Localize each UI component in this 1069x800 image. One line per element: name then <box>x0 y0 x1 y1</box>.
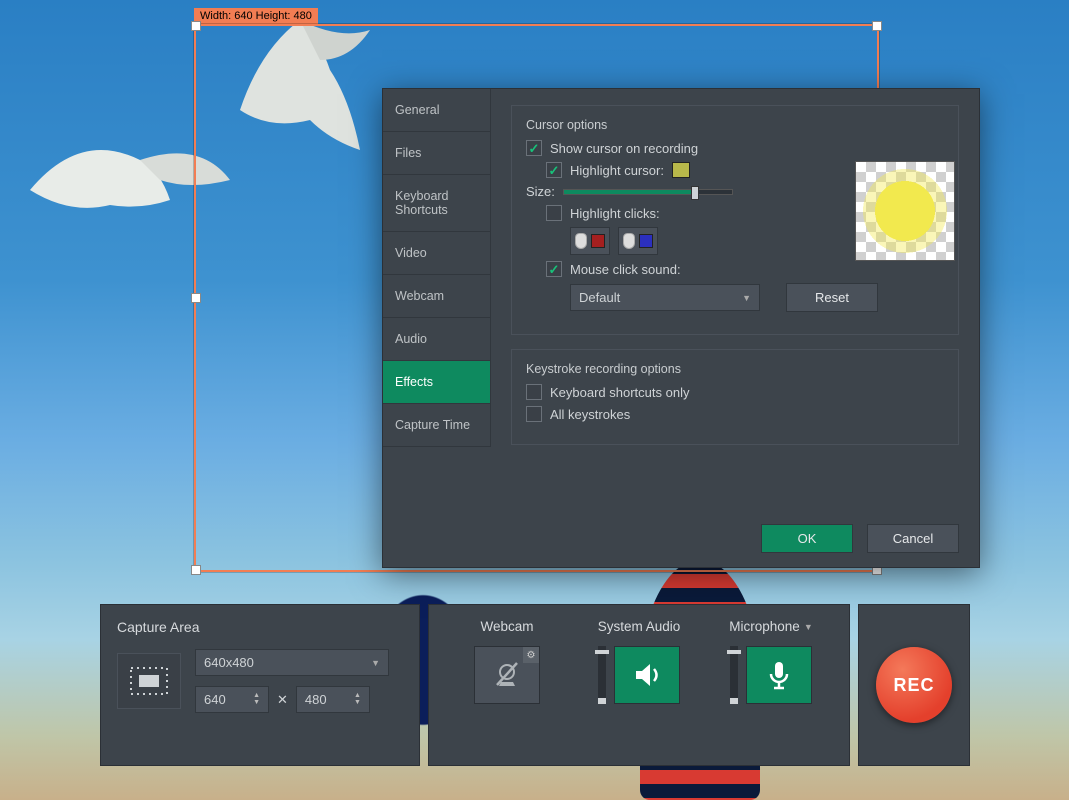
system-audio-toggle[interactable] <box>614 646 680 704</box>
mouse-click-sound-checkbox[interactable] <box>546 261 562 277</box>
mouse-icon <box>575 233 587 249</box>
chevron-down-icon: ▼ <box>804 622 813 632</box>
highlight-cursor-checkbox[interactable] <box>546 162 562 178</box>
capture-preset-select[interactable]: 640x480 ▼ <box>195 649 389 676</box>
all-keystrokes-checkbox[interactable] <box>526 406 542 422</box>
right-click-color-swatch <box>639 234 653 248</box>
settings-tabs: General Files Keyboard Shortcuts Video W… <box>383 89 491 567</box>
show-cursor-checkbox[interactable] <box>526 140 542 156</box>
record-button-label: REC <box>893 675 934 696</box>
capture-width-value: 640 <box>204 692 226 707</box>
gear-icon[interactable]: ⚙ <box>523 647 539 663</box>
keystroke-options-title: Keystroke recording options <box>526 362 944 376</box>
tab-general[interactable]: General <box>383 89 491 132</box>
capture-preset-value: 640x480 <box>204 655 254 670</box>
mouse-click-sound-select[interactable]: Default ▼ <box>570 284 760 311</box>
cursor-options-title: Cursor options <box>526 118 944 132</box>
stepper-icon: ▲▼ <box>354 693 361 706</box>
cursor-options-group: Cursor options Show cursor on recording … <box>511 105 959 335</box>
tab-effects[interactable]: Effects <box>383 361 491 404</box>
sources-panel: Webcam ⚙ System Audio Microphone ▼ <box>428 604 850 766</box>
cursor-size-slider[interactable] <box>563 189 733 195</box>
recorder-toolbar: Capture Area 640x480 ▼ 640 ▲▼ ✕ 480 <box>100 604 970 766</box>
tab-files[interactable]: Files <box>383 132 491 175</box>
mouse-click-sound-label: Mouse click sound: <box>570 262 681 277</box>
capture-area-title: Capture Area <box>117 619 403 635</box>
tab-capture-time[interactable]: Capture Time <box>383 404 491 447</box>
stepper-icon: ▲▼ <box>253 693 260 706</box>
tab-webcam[interactable]: Webcam <box>383 275 491 318</box>
settings-pane: Cursor options Show cursor on recording … <box>491 89 979 567</box>
tab-audio[interactable]: Audio <box>383 318 491 361</box>
microphone-toggle[interactable] <box>746 646 812 704</box>
microphone-level[interactable] <box>730 646 738 704</box>
show-cursor-label: Show cursor on recording <box>550 141 698 156</box>
system-audio-level[interactable] <box>598 646 606 704</box>
mouse-icon <box>623 233 635 249</box>
dimension-separator: ✕ <box>277 692 288 708</box>
keyboard-shortcuts-only-checkbox[interactable] <box>526 384 542 400</box>
capture-height-input[interactable]: 480 ▲▼ <box>296 686 370 713</box>
tab-video[interactable]: Video <box>383 232 491 275</box>
capture-area-panel: Capture Area 640x480 ▼ 640 ▲▼ ✕ 480 <box>100 604 420 766</box>
tab-keyboard-shortcuts[interactable]: Keyboard Shortcuts <box>383 175 491 232</box>
record-panel: REC <box>858 604 970 766</box>
chevron-down-icon: ▼ <box>742 293 751 303</box>
selection-size-label: Width: 640 Height: 480 <box>194 8 318 24</box>
keyboard-shortcuts-only-label: Keyboard shortcuts only <box>550 385 689 400</box>
highlight-cursor-color[interactable] <box>672 162 690 178</box>
microphone-title[interactable]: Microphone ▼ <box>729 619 812 634</box>
cancel-button[interactable]: Cancel <box>867 524 959 553</box>
chevron-down-icon: ▼ <box>371 658 380 668</box>
mouse-click-sound-value: Default <box>579 290 620 305</box>
left-click-color-swatch <box>591 234 605 248</box>
ok-button[interactable]: OK <box>761 524 853 553</box>
cursor-size-label: Size: <box>526 184 555 199</box>
resize-handle-bl[interactable] <box>191 565 201 575</box>
seagull-decor-2 <box>200 10 400 170</box>
capture-width-input[interactable]: 640 ▲▼ <box>195 686 269 713</box>
highlight-cursor-label: Highlight cursor: <box>570 163 664 178</box>
resize-handle-ml[interactable] <box>191 293 201 303</box>
capture-height-value: 480 <box>305 692 327 707</box>
microphone-title-text: Microphone <box>729 619 800 634</box>
cursor-preview <box>855 161 955 261</box>
settings-dialog: General Files Keyboard Shortcuts Video W… <box>382 88 980 568</box>
keystroke-options-group: Keystroke recording options Keyboard sho… <box>511 349 959 445</box>
record-button[interactable]: REC <box>876 647 952 723</box>
all-keystrokes-label: All keystrokes <box>550 407 630 422</box>
highlight-clicks-checkbox[interactable] <box>546 205 562 221</box>
webcam-toggle[interactable]: ⚙ <box>474 646 540 704</box>
webcam-title: Webcam <box>480 619 533 634</box>
resize-handle-tr[interactable] <box>872 21 882 31</box>
highlight-clicks-label: Highlight clicks: <box>570 206 660 221</box>
reset-button[interactable]: Reset <box>786 283 878 312</box>
right-click-color-button[interactable] <box>618 227 658 255</box>
left-click-color-button[interactable] <box>570 227 610 255</box>
system-audio-title: System Audio <box>598 619 681 634</box>
select-area-button[interactable] <box>117 653 181 709</box>
